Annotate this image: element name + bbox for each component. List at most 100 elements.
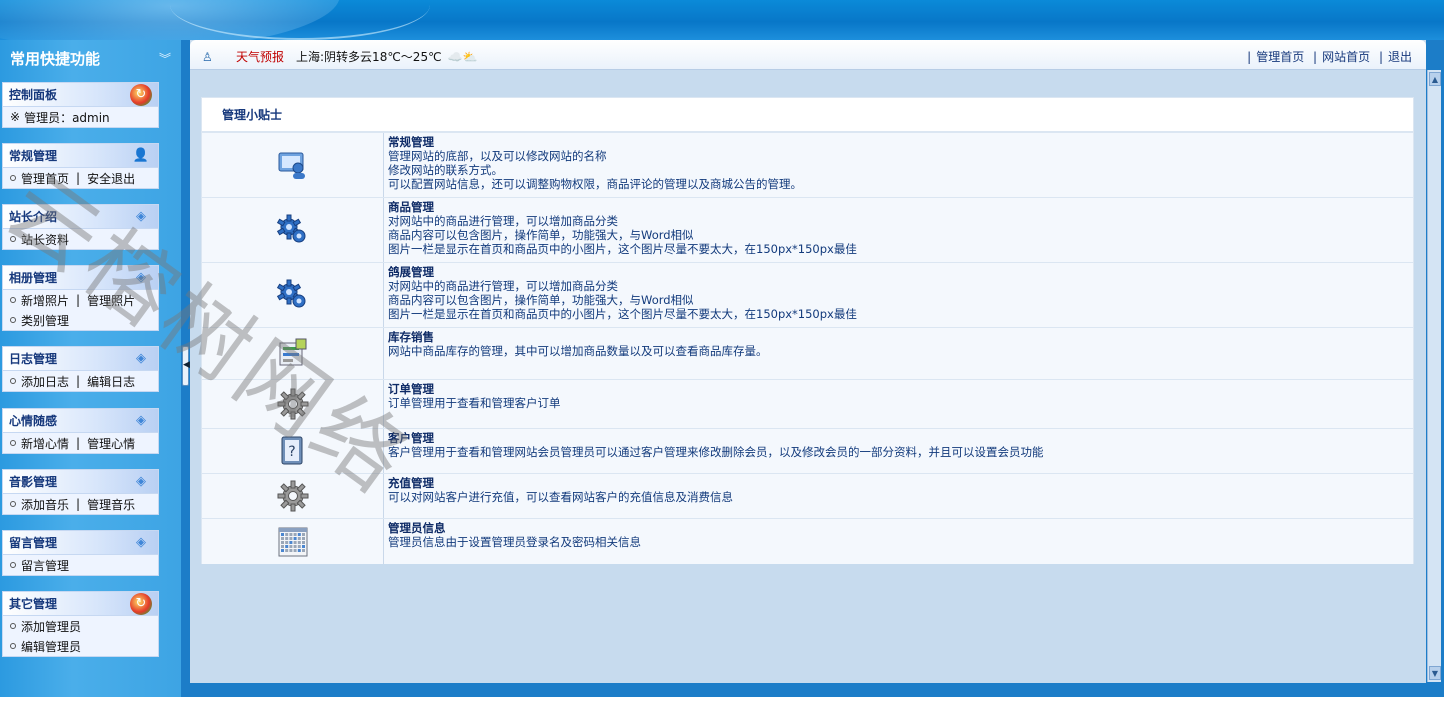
menu-header[interactable]: 留言管理 ◈ [3, 531, 158, 555]
menu-link[interactable]: 管理首页 [21, 170, 69, 187]
bullet-icon [10, 317, 16, 323]
inventory-icon[interactable] [202, 328, 384, 379]
menu-header[interactable]: 音影管理 ◈ [3, 470, 158, 494]
tip-title[interactable]: 库存销售 [388, 330, 1413, 344]
link-separator: | [76, 497, 81, 511]
tip-title[interactable]: 管理员信息 [388, 521, 1413, 535]
collapse-sidebar-handle[interactable]: ◀ [182, 346, 190, 386]
sidebar-header: 常用快捷功能 ︾ [0, 40, 181, 76]
menu-row: 新增心情 | 管理心情 [3, 433, 158, 453]
menu-link[interactable]: 添加管理员 [21, 618, 81, 635]
tip-row: 鸽展管理 对网站中的商品进行管理，可以增加商品分类 商品内容可以包含图片，操作简单，… [202, 262, 1413, 327]
menu-header[interactable]: 心情随感 ◈ [3, 409, 158, 433]
top-banner [0, 0, 1444, 40]
link-separator: | [1378, 50, 1383, 64]
gears-blue-icon[interactable] [202, 263, 384, 327]
menu-link[interactable]: 管理照片 [87, 292, 135, 309]
globe-refresh-icon: ↻ [130, 592, 152, 615]
bullet-icon [10, 378, 16, 384]
menu-title: 控制面板 [9, 88, 58, 102]
menu-panel: 站长介绍 ◈ 站长资料 [2, 204, 159, 250]
bullet-icon [10, 236, 16, 242]
menu-row: 留言管理 [3, 555, 158, 575]
tip-line: 修改网站的联系方式。 [388, 163, 503, 177]
tip-title[interactable]: 商品管理 [388, 200, 1413, 214]
tip-text: 常规管理 管理网站的底部，以及可以修改网站的名称 修改网站的联系方式。 可以配置网站信… [384, 133, 1413, 197]
menu-header[interactable]: 日志管理 ◈ [3, 347, 158, 371]
link-logout[interactable]: 退出 [1388, 50, 1412, 64]
tips-title: 管理小贴士 [202, 98, 1413, 132]
menu-link[interactable]: 添加音乐 [21, 496, 69, 513]
menu-link[interactable]: 留言管理 [21, 557, 69, 574]
tip-line: 客户管理用于查看和管理网站会员管理员可以通过客户管理来修改删除会员，以及修改会员… [388, 445, 1044, 459]
tip-row: 充值管理 可以对网站客户进行充值，可以查看网站客户的充值信息及消费信息 [202, 473, 1413, 518]
menu-panel: 相册管理 ◈ 新增照片 | 管理照片类别管理 [2, 265, 159, 331]
weather-person-icon: ♙ [202, 49, 213, 64]
tip-row: 常规管理 管理网站的底部，以及可以修改网站的名称 修改网站的联系方式。 可以配置网站信… [202, 132, 1413, 197]
calendar-grid-icon[interactable] [202, 519, 384, 564]
bullet-icon [10, 501, 16, 507]
tip-title[interactable]: 充值管理 [388, 476, 1413, 490]
menu-link[interactable]: 管理音乐 [87, 496, 135, 513]
tip-line: 管理员信息由于设置管理员登录名及密码相关信息 [388, 535, 641, 549]
menu-title: 心情随感 [9, 414, 58, 428]
tip-line: 商品内容可以包含图片，操作简单，功能强大，与Word相似 [388, 293, 694, 307]
menu-link[interactable]: 添加日志 [21, 373, 69, 390]
menu-header[interactable]: 其它管理 ↻ [3, 592, 158, 616]
tip-title[interactable]: 鸽展管理 [388, 265, 1413, 279]
tip-line: 管理网站的底部，以及可以修改网站的名称 [388, 149, 607, 163]
double-chevron-down-icon[interactable]: ︾ [159, 50, 171, 67]
scroll-up-arrow-icon[interactable]: ▲ [1429, 72, 1441, 86]
tip-title[interactable]: 客户管理 [388, 431, 1413, 445]
menu-row: 添加管理员 [3, 616, 158, 636]
menu-header[interactable]: 控制面板 ↻ [3, 83, 158, 107]
menu-link[interactable]: 编辑管理员 [21, 638, 81, 655]
bottom-frame-border [181, 683, 1444, 697]
tip-line: 图片一栏是显示在首页和商品页中的小图片，这个图片尽量不要太大，在150px*15… [388, 307, 857, 321]
computer-user-icon[interactable] [202, 133, 384, 197]
link-separator: | [76, 293, 81, 307]
weather-widget: ♙ 天气预报 上海:阴转多云18℃～25℃ ☁️⛅ [202, 48, 477, 65]
menu-link[interactable]: 编辑日志 [87, 373, 135, 390]
menu-link[interactable]: 类别管理 [21, 312, 69, 329]
link-site-home[interactable]: 网站首页 [1322, 50, 1370, 64]
menu-header[interactable]: 站长介绍 ◈ [3, 205, 158, 229]
menu-link[interactable]: 站长资料 [21, 231, 69, 248]
tip-line: 商品内容可以包含图片，操作简单，功能强大，与Word相似 [388, 228, 694, 242]
tip-line: 对网站中的商品进行管理，可以增加商品分类 [388, 279, 618, 293]
help-book-icon[interactable]: ? [202, 429, 384, 473]
gear-icon[interactable] [202, 380, 384, 428]
menu-row: 添加日志 | 编辑日志 [3, 371, 158, 391]
weather-label[interactable]: 天气预报 [236, 48, 284, 65]
diamond-icon: ◈ [136, 270, 146, 285]
scroll-down-arrow-icon[interactable]: ▼ [1429, 666, 1441, 680]
sidebar-splitter[interactable]: ◀ [181, 40, 190, 697]
menu-header[interactable]: 相册管理 ◈ [3, 266, 158, 290]
link-separator: | [76, 171, 81, 185]
link-admin-home[interactable]: 管理首页 [1256, 50, 1304, 64]
menu-header[interactable]: 常规管理 👤 [3, 144, 158, 168]
tip-row: 管理员信息 管理员信息由于设置管理员登录名及密码相关信息 [202, 518, 1413, 564]
menu-link[interactable]: 安全退出 [87, 170, 135, 187]
diamond-icon: ◈ [136, 209, 146, 224]
tip-row: ? 客户管理 客户管理用于查看和管理网站会员管理员可以通过客户管理来修改删除会员，以… [202, 428, 1413, 473]
gear-icon[interactable] [202, 474, 384, 518]
menu-link[interactable]: 新增心情 [21, 435, 69, 452]
tip-text: 商品管理 对网站中的商品进行管理，可以增加商品分类 商品内容可以包含图片，操作简单，… [384, 198, 1413, 262]
tip-title[interactable]: 订单管理 [388, 382, 1413, 396]
tip-row: 商品管理 对网站中的商品进行管理，可以增加商品分类 商品内容可以包含图片，操作简单，… [202, 197, 1413, 262]
arrow-left-icon: ◀ [183, 360, 190, 370]
bullet-icon [10, 643, 16, 649]
tip-title[interactable]: 常规管理 [388, 135, 1413, 149]
vertical-scrollbar[interactable]: ▲ ▼ [1427, 70, 1441, 682]
tip-line: 可以对网站客户进行充值，可以查看网站客户的充值信息及消费信息 [388, 490, 733, 504]
gears-blue-icon[interactable] [202, 198, 384, 262]
tip-line: 图片一栏是显示在首页和商品页中的小图片，这个图片尽量不要太大，在150px*15… [388, 242, 857, 256]
menu-panel: 日志管理 ◈ 添加日志 | 编辑日志 [2, 346, 159, 392]
menu-title: 音影管理 [9, 475, 58, 489]
menu-link[interactable]: 新增照片 [21, 292, 69, 309]
menu-link[interactable]: 管理心情 [87, 435, 135, 452]
link-separator: | [76, 374, 81, 388]
bullet-icon [10, 440, 16, 446]
menu-row: 管理首页 | 安全退出 [3, 168, 158, 188]
